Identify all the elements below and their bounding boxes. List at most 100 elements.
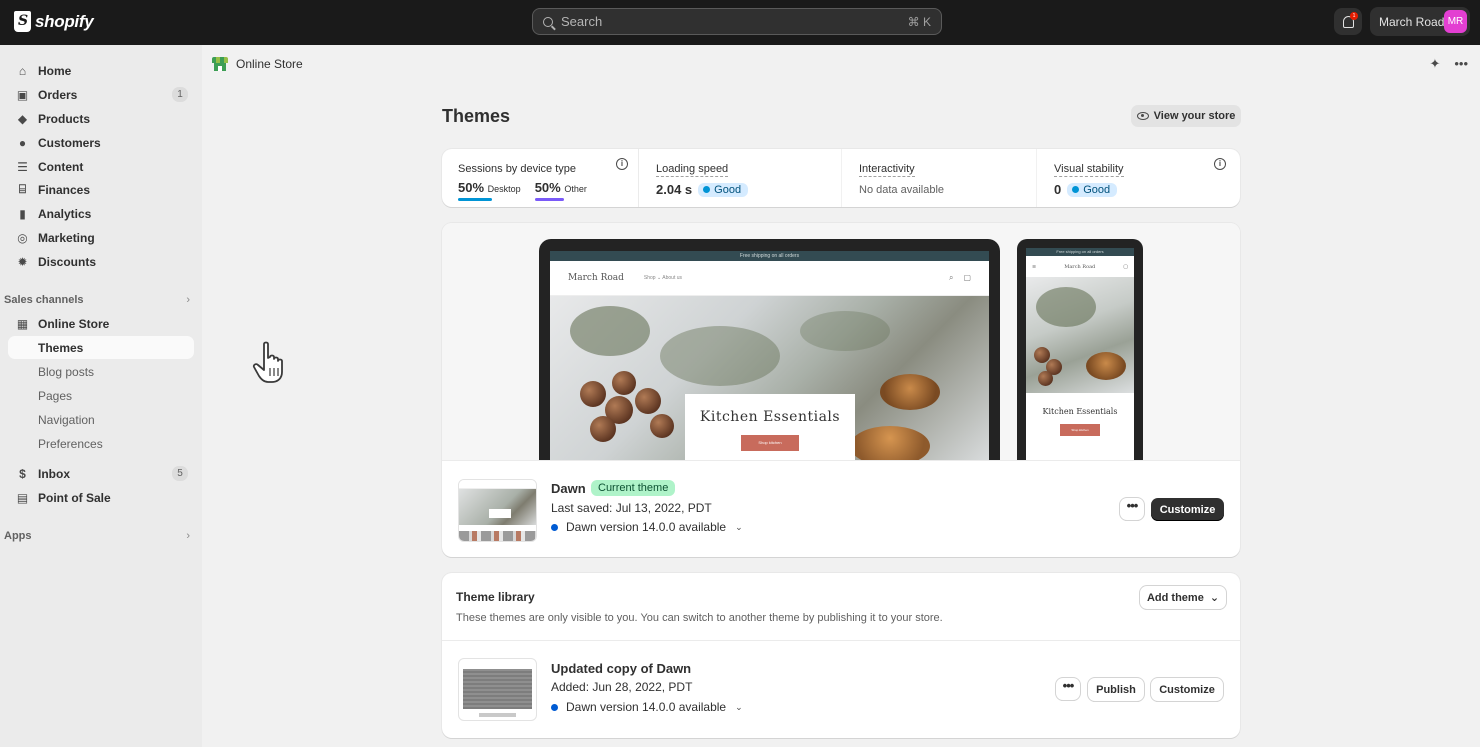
sidebar-item-label: Preferences [38,436,103,451]
theme-name: Dawn [551,481,586,496]
version-available[interactable]: Dawn version 14.0.0 available ⌄ [551,520,743,534]
hero-title: Kitchen Essentials [699,409,841,425]
interactivity-metric: Interactivity No data available [843,149,1037,207]
current-theme-badge: Current theme [591,480,676,496]
brand-name: shopify [35,11,94,31]
store-nav-links: Shop ⌄ About us [643,275,683,281]
button-label: Add theme [1146,591,1204,604]
info-icon[interactable]: i [1214,158,1226,170]
section-label-text: Apps [4,530,32,542]
sidebar-item-customers[interactable]: ● Customers [8,131,194,154]
target-icon: ◎ [17,230,28,245]
chevron-down-icon: ⌄ [735,521,743,532]
visual-stability-metric: Visual stability 0 Good i [1038,149,1238,207]
sessions-metric: Sessions by device type 50% Desktop 50% … [442,149,638,207]
theme-thumbnail [458,658,537,721]
sidebar-item-preferences[interactable]: Preferences [8,432,194,455]
bank-icon: ⌸ [18,182,27,196]
search-bar[interactable]: ⌘ K [532,8,942,35]
chevron-right-icon: › [186,294,190,306]
sidebar-item-label: Blog posts [38,364,95,379]
metric-label[interactable]: Visual stability [1054,163,1124,177]
button-label: View your store [1153,110,1236,122]
more-actions-button[interactable]: ••• [1120,498,1144,520]
online-store-icon [212,56,228,72]
publish-button[interactable]: Publish [1088,678,1144,701]
divider [1036,149,1037,207]
sidebar-item-themes[interactable]: Themes [8,336,194,359]
sidebar-item-label: Marketing [38,230,95,245]
search-shortcut: ⌘ K [907,14,931,29]
search-icon [543,16,553,27]
sidebar-item-marketing[interactable]: ◎ Marketing [8,226,194,249]
theme-thumbnail [458,479,537,542]
sidebar-item-analytics[interactable]: ▮ Analytics [8,202,194,225]
avatar: MR [1444,10,1467,33]
hero-title: Kitchen Essentials [1042,407,1118,416]
announcement-bar: Free shipping on all orders [1026,248,1134,256]
chevron-down-icon: ⌄ [735,701,743,712]
sidebar-item-label: Themes [38,340,84,355]
hero-button: Shop kitchen [1060,424,1100,436]
sidebar-item-label: Analytics [38,206,92,221]
add-theme-button[interactable]: Add theme ⌄ [1140,586,1226,609]
sidebar-item-label: Discounts [38,254,97,269]
sidebar-item-online-store[interactable]: ▦ Online Store [8,312,194,335]
sidebar-item-label: Orders [38,87,78,102]
sidebar-item-blog-posts[interactable]: Blog posts [8,360,194,383]
announcement-bar: Free shipping on all orders [550,251,989,261]
more-horizontal-icon[interactable]: ••• [1454,56,1468,72]
theme-name: Updated copy of Dawn [551,661,692,676]
sidebar-item-finances[interactable]: ⌸ Finances [8,178,194,201]
sidebar: ⌂ Home ▣ Orders 1 ◆ Products ● Customers… [0,45,202,747]
hero-image [1026,277,1134,393]
sidebar-item-label: Inbox [38,466,70,481]
loading-speed-metric: Loading speed 2.04 s Good [640,149,842,207]
view-your-store-button[interactable]: View your store [1131,105,1241,127]
sidebar-item-content[interactable]: ☰ Content [8,155,194,178]
loading-value: 2.04 s [656,182,693,197]
more-actions-button[interactable]: ••• [1056,678,1080,700]
desktop-preview: Free shipping on all orders March Road S… [539,239,1000,460]
store-menu-button[interactable]: March Road MR [1370,7,1470,36]
search-icon: ⌕ [948,273,954,282]
library-description: These themes are only visible to you. Yo… [456,612,943,624]
customize-button[interactable]: Customize [1151,498,1224,521]
customize-button[interactable]: Customize [1151,678,1223,701]
version-text: Dawn version 14.0.0 available [566,700,727,714]
metric-label[interactable]: Loading speed [656,163,729,177]
info-icon[interactable]: i [616,158,628,170]
sidebar-item-products[interactable]: ◆ Products [8,107,194,130]
sidebar-item-discounts[interactable]: ✹ Discounts [8,250,194,273]
pin-icon[interactable]: ✦ [1429,56,1440,72]
content-icon: ☰ [17,159,28,174]
breadcrumb[interactable]: Online Store [212,56,303,72]
sidebar-item-inbox[interactable]: $ Inbox 5 [8,462,194,485]
page-title: Themes [442,106,511,126]
theme-preview[interactable]: Free shipping on all orders March Road S… [442,223,1240,460]
cart-icon: ▢ [963,273,971,282]
library-title: Theme library [456,590,535,604]
last-saved-text: Last saved: Jul 13, 2022, PDT [551,501,712,515]
current-theme-row: Dawn Current theme Last saved: Jul 13, 2… [442,460,1240,557]
person-icon: ● [18,135,27,150]
metric-label[interactable]: Interactivity [859,163,915,177]
section-label-text: Sales channels [4,294,84,306]
shopify-logo[interactable]: shopify [14,11,94,32]
sidebar-item-point-of-sale[interactable]: ▤ Point of Sale [8,486,194,509]
metric-label: Sessions by device type [458,163,577,175]
hero-button: Shop kitchen [741,435,799,451]
sidebar-item-navigation[interactable]: Navigation [8,408,194,431]
sidebar-item-label: Pages [38,388,73,403]
sidebar-item-pages[interactable]: Pages [8,384,194,407]
sidebar-item-label: Home [38,63,72,78]
sidebar-item-home[interactable]: ⌂ Home [8,59,194,82]
apps-header[interactable]: Apps › [4,530,190,542]
sales-channels-header[interactable]: Sales channels › [4,294,190,306]
desktop-pct: 50% [458,180,485,195]
page-actions: ✦ ••• [1429,56,1468,72]
search-input[interactable] [561,14,908,29]
version-available[interactable]: Dawn version 14.0.0 available ⌄ [551,700,743,714]
notifications-button[interactable]: 1 [1334,8,1362,35]
sidebar-item-orders[interactable]: ▣ Orders 1 [8,83,194,106]
